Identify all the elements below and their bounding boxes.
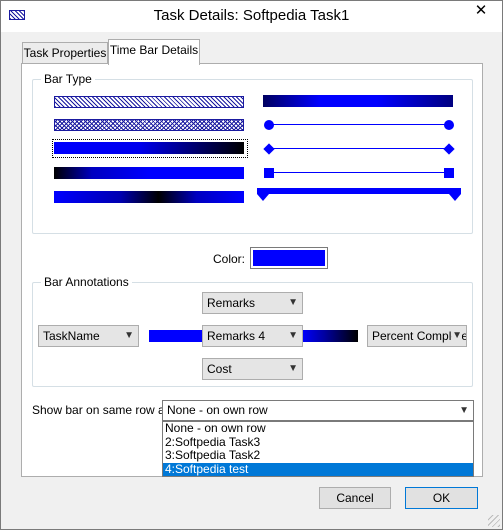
connector-line bbox=[271, 172, 449, 173]
chevron-down-icon: ▼ bbox=[288, 330, 298, 341]
bar-style-milestone-diamonds[interactable] bbox=[263, 142, 455, 156]
end-square-icon bbox=[444, 168, 454, 178]
start-dot-icon bbox=[264, 120, 274, 130]
start-diamond-icon bbox=[263, 143, 275, 155]
dropdown-option[interactable]: 3:Softpedia Task2 bbox=[163, 449, 473, 463]
annotation-center-value: Remarks 4 bbox=[207, 329, 266, 343]
bar-style-milestone-squares[interactable] bbox=[263, 166, 455, 180]
bar-annotations-label: Bar Annotations bbox=[41, 275, 132, 289]
bar-type-label: Bar Type bbox=[41, 72, 95, 86]
bar-style-milestone-dots[interactable] bbox=[263, 118, 455, 132]
annotation-left-select[interactable]: TaskName ▼ bbox=[38, 325, 139, 347]
annotation-bottom-select[interactable]: Cost ▼ bbox=[202, 358, 303, 380]
cancel-button[interactable]: Cancel bbox=[319, 487, 391, 509]
dropdown-option[interactable]: None - on own row bbox=[163, 422, 473, 436]
same-row-dropdown-list: None - on own row 2:Softpedia Task3 3:So… bbox=[162, 421, 474, 477]
window-title: Task Details: Softpedia Task1 bbox=[153, 7, 350, 24]
resize-grip-icon[interactable] bbox=[488, 515, 500, 527]
annotation-top-select[interactable]: Remarks ▼ bbox=[202, 292, 303, 314]
annotation-top-value: Remarks bbox=[207, 296, 256, 310]
connector-line bbox=[271, 148, 449, 149]
bar-style-dark-edge-gradient[interactable] bbox=[54, 167, 244, 179]
tab-time-bar-details[interactable]: Time Bar Details bbox=[108, 39, 200, 65]
chevron-down-icon: ▼ bbox=[452, 326, 462, 346]
tab-task-properties[interactable]: Task Properties bbox=[22, 42, 108, 64]
dropdown-option[interactable]: 2:Softpedia Task3 bbox=[163, 435, 473, 450]
same-row-value: None - on own row bbox=[167, 403, 268, 417]
bar-style-blue-black-gradient[interactable] bbox=[54, 142, 244, 154]
bar-style-hatched[interactable] bbox=[54, 96, 244, 108]
color-label: Color: bbox=[213, 252, 246, 266]
annotation-center-select[interactable]: Remarks 4 ▼ bbox=[202, 325, 303, 347]
end-dot-icon bbox=[444, 120, 454, 130]
dropdown-option-highlighted[interactable]: 4:Softpedia test bbox=[163, 462, 473, 476]
task-details-window: Task Details: Softpedia Task1 ✕ Task Pro… bbox=[0, 0, 503, 530]
same-row-select[interactable]: None - on own row ▼ bbox=[162, 400, 474, 421]
connector-line bbox=[271, 124, 449, 125]
summary-bar-icon bbox=[257, 188, 461, 201]
end-diamond-icon bbox=[443, 143, 455, 155]
annotation-bottom-value: Cost bbox=[207, 362, 232, 376]
annotation-preview-bar-left bbox=[149, 330, 205, 342]
chevron-down-icon: ▼ bbox=[288, 363, 298, 374]
color-swatch-fill bbox=[253, 250, 325, 266]
close-button[interactable]: ✕ bbox=[460, 1, 502, 23]
annotation-right-select[interactable]: Percent Complete ▼ bbox=[367, 325, 467, 347]
bar-style-summary[interactable] bbox=[257, 187, 461, 203]
same-row-label: Show bar on same row as: bbox=[32, 403, 175, 417]
chevron-down-icon: ▼ bbox=[288, 297, 298, 308]
annotation-left-value: TaskName bbox=[43, 329, 100, 343]
ok-button[interactable]: OK bbox=[405, 487, 478, 509]
bar-style-solid-gradient[interactable] bbox=[263, 95, 453, 107]
color-picker-button[interactable] bbox=[250, 247, 328, 269]
chevron-down-icon: ▼ bbox=[459, 405, 469, 416]
bar-style-center-glow[interactable] bbox=[54, 191, 244, 203]
annotation-preview-bar-right bbox=[302, 330, 358, 342]
bar-style-crosshatch[interactable] bbox=[54, 119, 244, 131]
chevron-down-icon: ▼ bbox=[124, 330, 134, 341]
start-square-icon bbox=[264, 168, 274, 178]
title-bar[interactable]: Task Details: Softpedia Task1 ✕ bbox=[1, 1, 502, 32]
